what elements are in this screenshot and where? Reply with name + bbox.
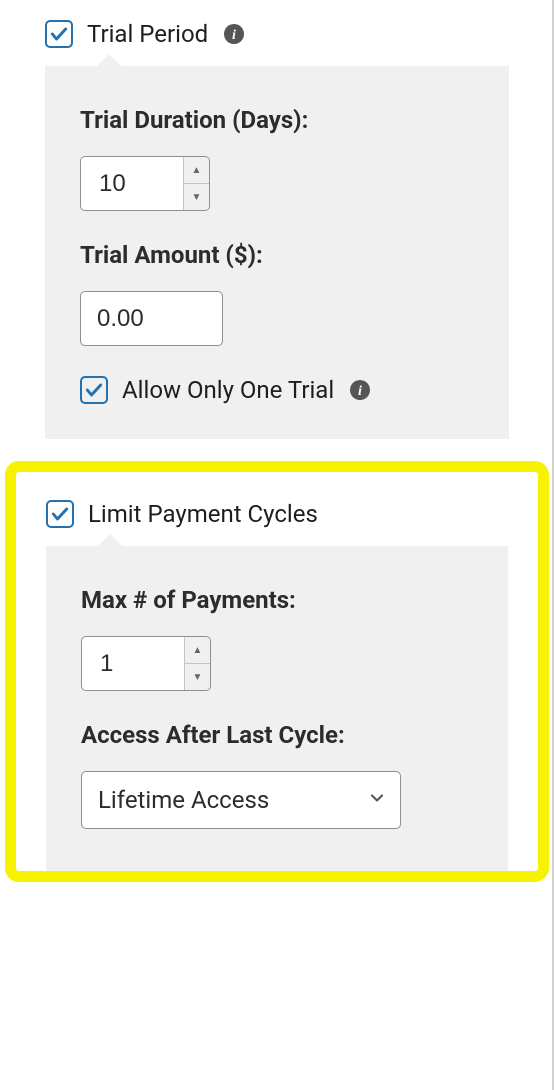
trial-amount-label: Trial Amount ($): xyxy=(80,241,474,269)
trial-period-checkbox[interactable] xyxy=(45,20,73,48)
check-icon xyxy=(84,380,104,400)
trial-panel: Trial Duration (Days): ▲ ▼ Trial Amount … xyxy=(45,66,509,439)
stepper-up-icon[interactable]: ▲ xyxy=(185,637,210,664)
check-icon xyxy=(49,24,69,44)
limit-cycles-label: Limit Payment Cycles xyxy=(88,500,318,528)
stepper-down-icon[interactable]: ▼ xyxy=(184,184,209,210)
trial-period-row: Trial Period i xyxy=(45,20,509,48)
stepper-up-icon[interactable]: ▲ xyxy=(184,157,209,184)
info-icon[interactable]: i xyxy=(222,22,246,46)
allow-one-trial-label: Allow Only One Trial xyxy=(122,376,334,404)
trial-amount-input[interactable] xyxy=(80,291,223,346)
allow-one-trial-checkbox[interactable] xyxy=(80,376,108,404)
stepper-down-icon[interactable]: ▼ xyxy=(185,664,210,690)
svg-text:i: i xyxy=(358,384,362,399)
trial-period-label: Trial Period xyxy=(87,20,208,48)
limit-cycles-checkbox[interactable] xyxy=(46,500,74,528)
max-payments-label: Max # of Payments: xyxy=(81,586,473,614)
limit-cycles-row: Limit Payment Cycles xyxy=(46,500,508,528)
access-after-label: Access After Last Cycle: xyxy=(81,721,473,749)
highlight-box: Limit Payment Cycles Max # of Payments: … xyxy=(5,461,549,882)
info-icon[interactable]: i xyxy=(348,378,372,402)
access-after-select[interactable]: Lifetime Access xyxy=(81,771,401,829)
access-after-value: Lifetime Access xyxy=(98,786,269,814)
limit-panel: Max # of Payments: ▲ ▼ Access After Last… xyxy=(46,546,508,871)
trial-duration-label: Trial Duration (Days): xyxy=(80,106,474,134)
check-icon xyxy=(50,504,70,524)
svg-text:i: i xyxy=(232,28,236,43)
allow-one-trial-row: Allow Only One Trial i xyxy=(80,376,474,404)
